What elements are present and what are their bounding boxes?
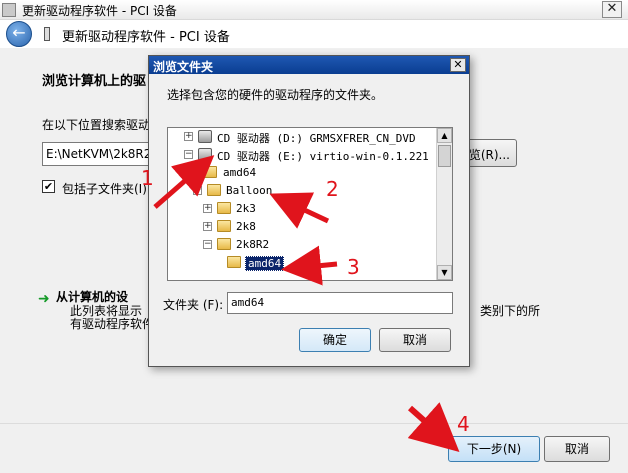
folder-icon: [217, 238, 231, 250]
wizard-cancel-button[interactable]: 取消: [544, 436, 610, 462]
folder-icon: [207, 184, 221, 196]
dialog-cancel-button[interactable]: 取消: [379, 328, 451, 352]
back-arrow-icon[interactable]: ←: [6, 21, 32, 47]
tree-item-label[interactable]: 2k8R2: [236, 238, 269, 251]
pick-description-line2: 有驱动程序软件: [70, 317, 155, 331]
dialog-titlebar[interactable]: 浏览文件夹 ✕: [149, 56, 469, 74]
wizard-title: 更新驱动程序软件 - PCI 设备: [62, 30, 230, 45]
collapse-icon[interactable]: −: [203, 240, 212, 249]
tree-item-label[interactable]: CD 驱动器 (D:) GRMSXFRER_CN_DVD: [217, 130, 416, 146]
page-heading: 浏览计算机上的驱: [42, 74, 147, 89]
folder-field-label: 文件夹 (F):: [163, 298, 224, 312]
window-title: 更新驱动程序软件 - PCI 设备: [22, 4, 177, 18]
green-arrow-icon[interactable]: ➜: [38, 291, 50, 307]
dialog-title: 浏览文件夹: [153, 60, 214, 74]
folder-tree[interactable]: + CD 驱动器 (D:) GRMSXFRER_CN_DVD − CD 驱动器 …: [167, 127, 453, 281]
expand-icon[interactable]: +: [184, 132, 193, 141]
search-location-label: 在以下位置搜索驱动: [42, 118, 151, 132]
wizard-nav-bar: ← 更新驱动程序软件 - PCI 设备: [0, 20, 628, 48]
scroll-up-icon[interactable]: ▲: [437, 128, 452, 143]
dialog-instruction: 选择包含您的硬件的驱动程序的文件夹。: [167, 88, 384, 102]
cd-drive-icon: [198, 148, 212, 161]
annotation-number-1: 1: [141, 166, 154, 190]
tree-item-label[interactable]: CD 驱动器 (E:) virtio-win-0.1.221: [217, 148, 429, 164]
device-icon: [44, 27, 50, 41]
browse-folder-dialog: 浏览文件夹 ✕ 选择包含您的硬件的驱动程序的文件夹。 + CD 驱动器 (D:)…: [148, 55, 470, 367]
expand-icon[interactable]: +: [203, 204, 212, 213]
dialog-close-icon[interactable]: ✕: [450, 58, 466, 72]
tree-scrollbar[interactable]: ▲ ▼: [436, 128, 452, 280]
folder-icon: [203, 166, 217, 178]
cd-drive-icon: [198, 130, 212, 143]
pick-description-tail: 类别下的所: [480, 304, 541, 318]
annotation-number-4: 4: [457, 412, 470, 436]
include-subfolders-label[interactable]: 包括子文件夹(I): [62, 180, 147, 197]
tree-item-label-selected[interactable]: amd64: [245, 256, 285, 271]
window-close-icon[interactable]: ✕: [602, 1, 622, 18]
next-button[interactable]: 下一步(N): [448, 436, 540, 462]
scroll-thumb[interactable]: [438, 145, 451, 167]
include-subfolders-checkbox[interactable]: ✔: [42, 180, 55, 193]
scroll-down-icon[interactable]: ▼: [437, 265, 452, 280]
annotation-number-2: 2: [326, 177, 339, 201]
collapse-icon[interactable]: −: [184, 150, 193, 159]
annotation-number-3: 3: [347, 255, 360, 279]
ok-button[interactable]: 确定: [299, 328, 371, 352]
tree-item-label[interactable]: 2k8: [236, 220, 256, 233]
tree-item-label[interactable]: amd64: [223, 166, 256, 179]
collapse-icon[interactable]: −: [193, 186, 202, 195]
window-titlebar[interactable]: 更新驱动程序软件 - PCI 设备 ✕: [0, 0, 628, 20]
tree-item-label[interactable]: 2k3: [236, 202, 256, 215]
expand-icon[interactable]: +: [203, 222, 212, 231]
driver-path-input[interactable]: E:\NetKVM\2k8R2: [42, 142, 162, 166]
folder-icon: [217, 220, 231, 232]
wizard-footer: 下一步(N) 取消: [0, 423, 628, 473]
tree-item-label[interactable]: Balloon: [226, 184, 272, 197]
folder-icon: [217, 202, 231, 214]
window-app-icon: [2, 3, 16, 17]
folder-input[interactable]: amd64: [227, 292, 453, 314]
folder-icon: [227, 256, 241, 268]
